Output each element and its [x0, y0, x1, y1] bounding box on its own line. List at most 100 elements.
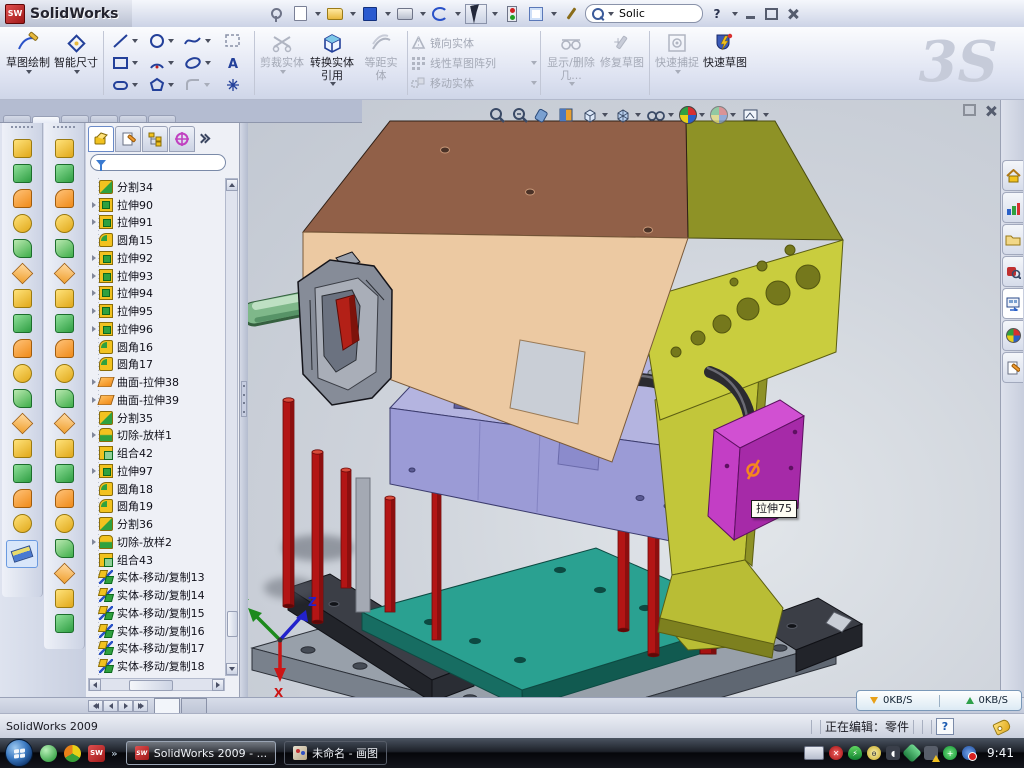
tool-icon[interactable]: [10, 386, 35, 411]
document-tab[interactable]: [154, 698, 180, 714]
scroll-thumb[interactable]: [129, 680, 173, 691]
keyboard-indicator-icon[interactable]: [804, 746, 824, 760]
tool-icon[interactable]: [52, 361, 77, 386]
point-tool[interactable]: [215, 74, 251, 96]
tool-icon[interactable]: [52, 586, 77, 611]
minimize-button[interactable]: [742, 6, 759, 21]
view-palette-icon[interactable]: [1002, 288, 1023, 319]
tool-icon[interactable]: [52, 286, 77, 311]
splitter-grip[interactable]: [241, 381, 247, 417]
pin-icon[interactable]: [266, 5, 286, 23]
filter-input[interactable]: [110, 156, 214, 170]
annotation-views-icon[interactable]: [741, 106, 769, 124]
polygon-tool[interactable]: [143, 74, 179, 96]
dropdown-icon[interactable]: [330, 82, 336, 86]
tree-horizontal-scrollbar[interactable]: [88, 678, 225, 691]
toolbar-drag-handle[interactable]: [11, 126, 33, 132]
security-tray-icon[interactable]: ⚡: [848, 746, 862, 760]
trim-entities-button[interactable]: 剪裁实体: [258, 27, 306, 99]
tool-icon[interactable]: [52, 136, 77, 161]
tree-item[interactable]: 圆角16: [89, 338, 225, 356]
tree-item[interactable]: 圆角18: [89, 480, 225, 498]
menu-item[interactable]: [186, 10, 204, 18]
tree-item[interactable]: 实体-移动/复制15: [89, 604, 225, 622]
sync-tray-icon[interactable]: [902, 743, 922, 763]
section-view-icon[interactable]: [534, 106, 552, 124]
tool-icon[interactable]: [10, 211, 35, 236]
tool-icon[interactable]: [52, 386, 77, 411]
search-input[interactable]: [617, 6, 681, 21]
tree-item[interactable]: 拉伸96: [89, 320, 225, 338]
convert-entities-button[interactable]: 转换实体引用: [306, 27, 358, 99]
hide-show-items-icon[interactable]: [646, 107, 674, 123]
command-tab[interactable]: [90, 115, 118, 122]
sketch-fillet-tool[interactable]: [179, 74, 215, 96]
options-button[interactable]: [526, 5, 546, 23]
health-tray-icon[interactable]: +: [943, 746, 957, 760]
tool-icon[interactable]: [52, 186, 77, 211]
circle-tool[interactable]: [143, 30, 179, 52]
tree-item[interactable]: 曲面-拉伸38: [89, 373, 225, 391]
open-button[interactable]: [325, 5, 345, 23]
prev-tab-button[interactable]: [103, 700, 118, 712]
network-tray-icon[interactable]: [924, 746, 938, 760]
tree-item[interactable]: 分割35: [89, 409, 225, 427]
search-scope-dropdown-icon[interactable]: [608, 12, 614, 16]
file-explorer-icon[interactable]: [1002, 224, 1023, 255]
custom-properties-icon[interactable]: [1002, 352, 1023, 383]
menu-item[interactable]: [150, 10, 168, 18]
command-tab[interactable]: [148, 115, 176, 122]
rebuild-button[interactable]: [502, 5, 522, 23]
undo-button[interactable]: [430, 5, 450, 23]
doc-restore-button[interactable]: [963, 104, 976, 116]
panel-splitter[interactable]: [240, 123, 248, 697]
search-agent-tray-icon[interactable]: ө: [867, 746, 881, 760]
tree-item[interactable]: 分割36: [89, 515, 225, 533]
rectangle-tool[interactable]: [107, 52, 143, 74]
tool-icon[interactable]: [10, 511, 35, 536]
menu-item[interactable]: [222, 10, 240, 18]
taskbar-window-button[interactable]: SW SolidWorks 2009 - ...: [126, 741, 276, 765]
messenger-tray-icon[interactable]: [962, 746, 976, 760]
expander-icon[interactable]: [92, 202, 96, 208]
tool-icon[interactable]: [10, 186, 35, 211]
repair-sketch-button[interactable]: + 修复草图: [598, 27, 646, 99]
expander-icon[interactable]: [92, 326, 96, 332]
tool-icon[interactable]: [52, 161, 77, 186]
tool-icon[interactable]: [10, 136, 35, 161]
expander-icon[interactable]: [92, 379, 96, 385]
expander-icon[interactable]: [92, 308, 96, 314]
selection-box-tool[interactable]: [215, 30, 251, 52]
display-style-icon[interactable]: [613, 106, 641, 124]
doc-close-button[interactable]: [985, 105, 996, 116]
linear-sketch-pattern-button[interactable]: 线性草图阵列: [411, 53, 537, 73]
document-tab[interactable]: [181, 698, 207, 714]
expander-icon[interactable]: [92, 432, 96, 438]
apply-scene-icon[interactable]: [710, 106, 736, 124]
tree-item[interactable]: 圆角15: [89, 231, 225, 249]
start-button[interactable]: [5, 739, 33, 767]
scroll-down-button[interactable]: [226, 663, 238, 675]
line-tool[interactable]: [107, 30, 143, 52]
offset-entities-button[interactable]: 等距实体: [358, 27, 404, 99]
tool-icon[interactable]: [52, 511, 77, 536]
tool-icon[interactable]: [52, 311, 77, 336]
scroll-right-button[interactable]: [212, 679, 224, 691]
command-tab[interactable]: [61, 115, 89, 122]
toolbar-drag-handle[interactable]: [53, 126, 75, 132]
command-tab[interactable]: [119, 115, 147, 122]
tree-item[interactable]: 拉伸90: [89, 196, 225, 214]
tool-icon[interactable]: [10, 361, 35, 386]
dropdown-icon[interactable]: [26, 70, 32, 74]
save-button[interactable]: [360, 5, 380, 23]
tree-item[interactable]: 拉伸93: [89, 267, 225, 285]
tool-icon[interactable]: [52, 486, 77, 511]
text-tool[interactable]: A: [215, 52, 251, 74]
tool-icon[interactable]: [10, 311, 35, 336]
search-box[interactable]: [585, 4, 703, 23]
tree-item[interactable]: 实体-移动/复制16: [89, 622, 225, 640]
quick-launch-messenger-icon[interactable]: [40, 745, 57, 762]
arc-tool[interactable]: [143, 52, 179, 74]
smart-dimension-button[interactable]: 智能尺寸: [52, 27, 100, 99]
tree-item[interactable]: 拉伸94: [89, 285, 225, 303]
